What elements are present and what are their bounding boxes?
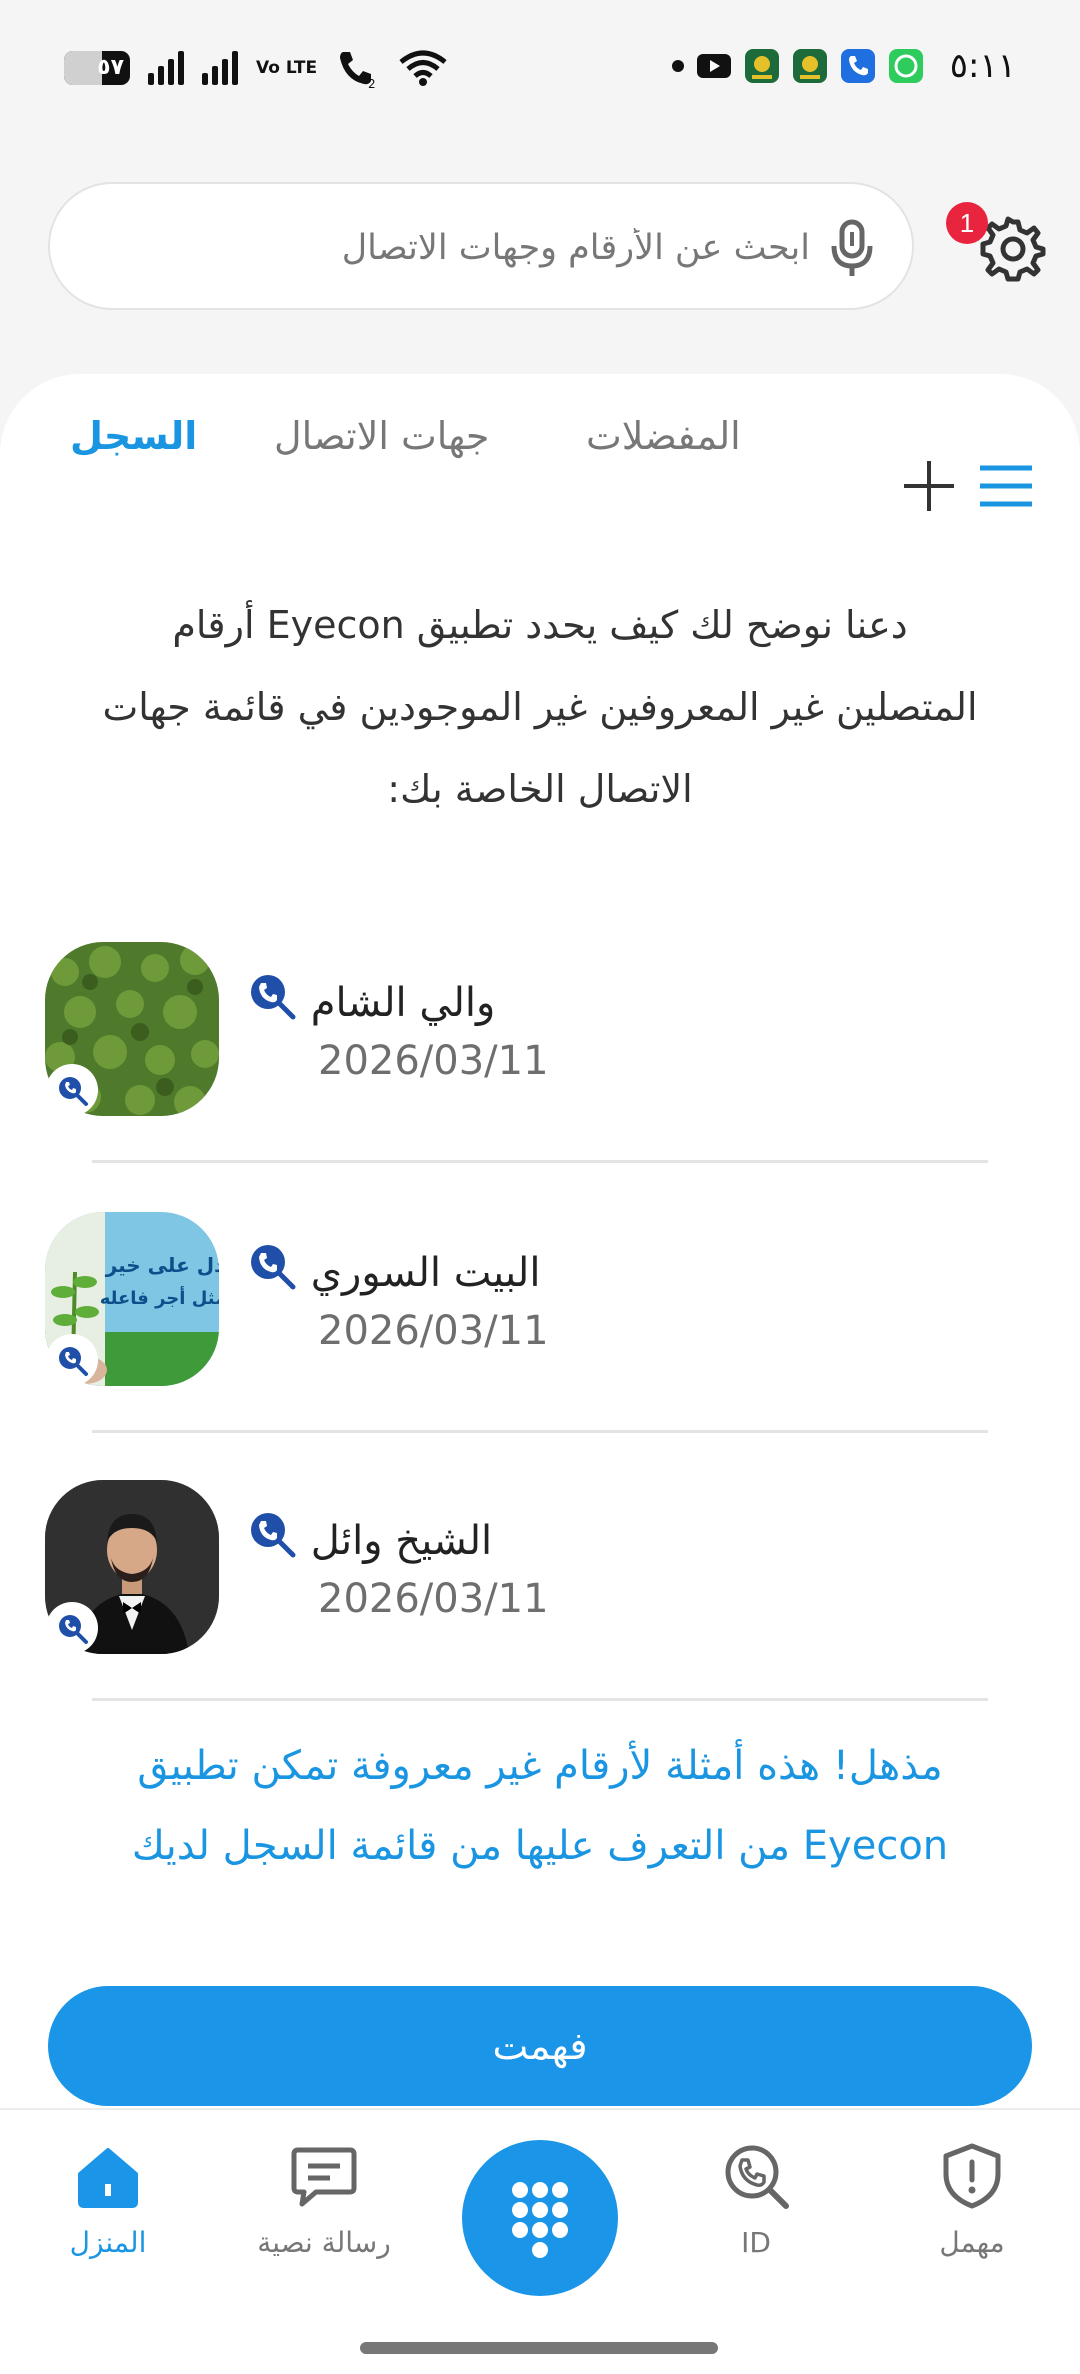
clock: ٥:١١ bbox=[949, 46, 1016, 86]
home-indicator bbox=[360, 2342, 718, 2354]
search-bar[interactable] bbox=[48, 182, 914, 310]
call-hd-icon: 2 bbox=[340, 52, 376, 88]
contact-date: 2026/03/11 bbox=[318, 1308, 549, 1354]
avatar-text: دل على خير bbox=[105, 1253, 219, 1277]
tab-history[interactable]: السجل bbox=[70, 414, 197, 458]
settings-gear-icon[interactable] bbox=[980, 216, 1046, 282]
bottom-nav: المنزل رسالة نصية ID مهمل bbox=[0, 2108, 1080, 2374]
nav-home[interactable]: المنزل bbox=[18, 2140, 198, 2259]
signal-icon bbox=[148, 51, 184, 85]
svg-text:2: 2 bbox=[368, 77, 376, 88]
tab-favorites[interactable]: المفضلات bbox=[586, 414, 741, 458]
nav-caller-id[interactable]: ID bbox=[666, 2140, 846, 2259]
status-right: ٥:١١ bbox=[671, 46, 1016, 86]
shield-alert-icon bbox=[943, 2143, 1001, 2209]
signal-icon bbox=[202, 51, 238, 85]
tab-contacts[interactable]: جهات الاتصال bbox=[274, 414, 489, 458]
battery-level bbox=[64, 51, 102, 85]
volte-icon: Vo LTE bbox=[256, 57, 318, 78]
caller-id-search-icon bbox=[48, 1066, 96, 1114]
status-left: ٥٧ Vo LTE 2 bbox=[64, 48, 449, 88]
outro-text: مذهل! هذه أمثلة لأرقام غير معروفة تمكن ت… bbox=[131, 1743, 949, 1869]
nav-spam-label: مهمل bbox=[939, 2226, 1005, 2259]
add-icon[interactable] bbox=[902, 459, 956, 513]
whatsapp-icon bbox=[888, 49, 923, 83]
battery-text: ٥٧ bbox=[97, 55, 124, 80]
search-input[interactable] bbox=[108, 212, 812, 284]
dot-icon bbox=[671, 60, 684, 72]
avatar-text: مثل أجر فاعله bbox=[100, 1286, 219, 1309]
got-it-button[interactable]: فهمت bbox=[48, 1986, 1032, 2106]
nav-spam[interactable]: مهمل bbox=[882, 2140, 1062, 2259]
contact-name: الشيخ وائل bbox=[246, 1508, 492, 1564]
app-icon bbox=[792, 49, 827, 83]
contact-item[interactable]: والي الشام 2026/03/11 bbox=[0, 942, 1080, 1212]
phone-app-icon bbox=[840, 49, 875, 83]
contact-item[interactable]: الشيخ وائل 2026/03/11 bbox=[0, 1480, 1080, 1750]
nav-messages[interactable]: رسالة نصية bbox=[234, 2140, 414, 2259]
contact-item[interactable]: دل على خير مثل أجر فاعله البيت السوري 20… bbox=[0, 1212, 1080, 1482]
caller-id-search-icon bbox=[48, 1336, 96, 1384]
divider bbox=[92, 1160, 988, 1163]
nav-caller-id-label: ID bbox=[741, 2226, 771, 2259]
contact-name: البيت السوري bbox=[246, 1240, 540, 1296]
caller-id-search-icon bbox=[251, 975, 296, 1020]
nav-messages-label: رسالة نصية bbox=[257, 2226, 391, 2259]
contact-date: 2026/03/11 bbox=[318, 1576, 549, 1622]
main-card: السجل جهات الاتصال المفضلات دعنا نوضح لك… bbox=[0, 374, 1080, 2109]
menu-icon[interactable] bbox=[978, 462, 1034, 510]
youtube-icon bbox=[696, 54, 731, 78]
dialpad-icon bbox=[512, 2182, 568, 2258]
home-icon bbox=[78, 2148, 138, 2208]
tab-bar: السجل جهات الاتصال المفضلات bbox=[0, 414, 1080, 514]
dialpad-button[interactable] bbox=[462, 2140, 618, 2296]
caller-id-search-icon bbox=[48, 1604, 96, 1652]
contact-name: والي الشام bbox=[246, 970, 495, 1026]
caller-id-search-icon bbox=[251, 1245, 296, 1290]
message-icon bbox=[291, 2147, 357, 2207]
nav-home-label: المنزل bbox=[69, 2226, 147, 2259]
intro-text: دعنا نوضح لك كيف يحدد تطبيق Eyecon أرقام… bbox=[102, 603, 978, 811]
caller-id-search-icon bbox=[251, 1513, 296, 1558]
divider bbox=[92, 1430, 988, 1433]
app-icon bbox=[744, 49, 779, 83]
contact-date: 2026/03/11 bbox=[318, 1038, 549, 1084]
battery-icon: ٥٧ bbox=[64, 51, 130, 85]
divider bbox=[92, 1698, 988, 1701]
microphone-icon[interactable] bbox=[822, 216, 882, 280]
caller-id-icon bbox=[725, 2145, 789, 2209]
status-bar: ٥٧ Vo LTE 2 ٥:١١ bbox=[0, 0, 1080, 140]
notification-badge: 1 bbox=[946, 202, 988, 244]
wifi-icon bbox=[399, 50, 447, 86]
